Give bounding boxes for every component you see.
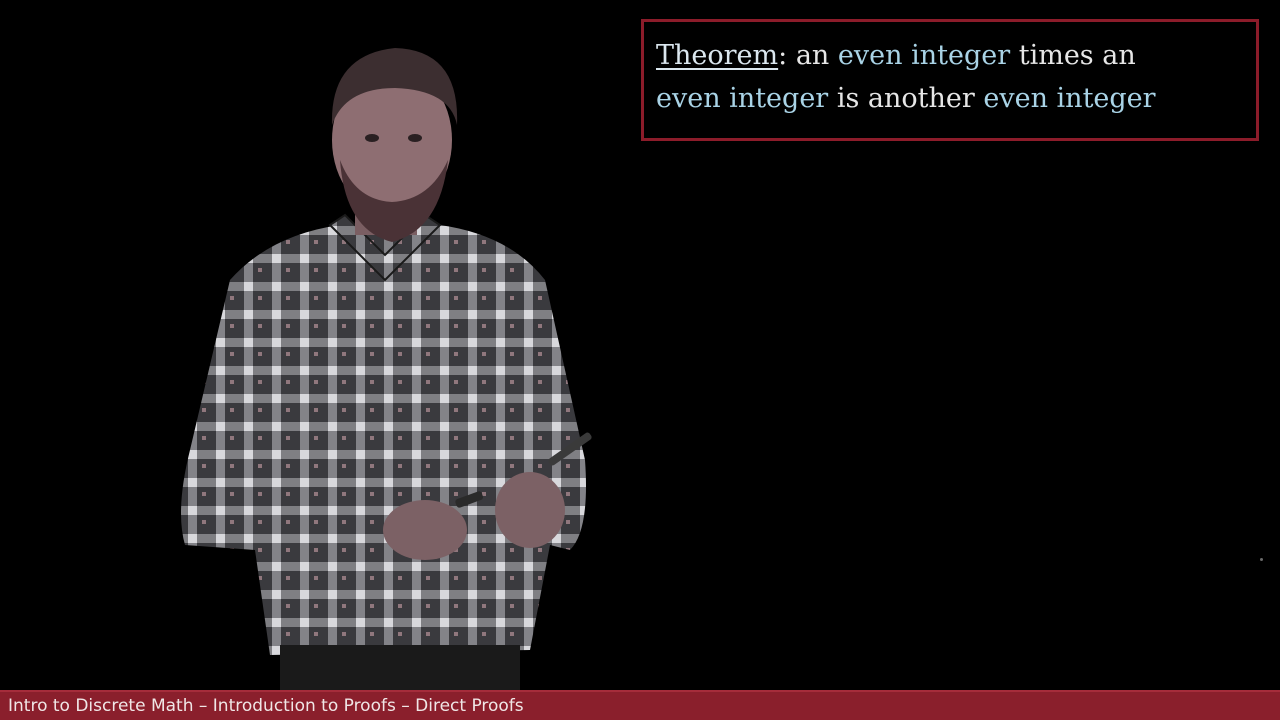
stray-dot	[1260, 558, 1263, 561]
presenter-figure	[181, 48, 592, 690]
theorem-word: an	[795, 40, 830, 71]
theorem-line-2: even integer is another even integer	[656, 77, 1244, 120]
course-footer-bar: Intro to Discrete Math – Introduction to…	[0, 690, 1280, 720]
theorem-colon: :	[778, 40, 788, 71]
theorem-label: Theorem	[656, 40, 779, 71]
theorem-even-phrase: even integer	[837, 40, 1011, 71]
theorem-word: is another	[836, 83, 975, 114]
theorem-even-phrase: even integer	[983, 83, 1156, 114]
course-breadcrumb: Intro to Discrete Math – Introduction to…	[8, 696, 524, 716]
video-stage: Theorem: an even integer times an even i…	[0, 0, 1280, 690]
theorem-word: times an	[1018, 40, 1136, 71]
theorem-line-1: Theorem: an even integer times an	[656, 34, 1244, 77]
theorem-box: Theorem: an even integer times an even i…	[641, 19, 1259, 141]
theorem-even-phrase: even integer	[656, 83, 829, 114]
